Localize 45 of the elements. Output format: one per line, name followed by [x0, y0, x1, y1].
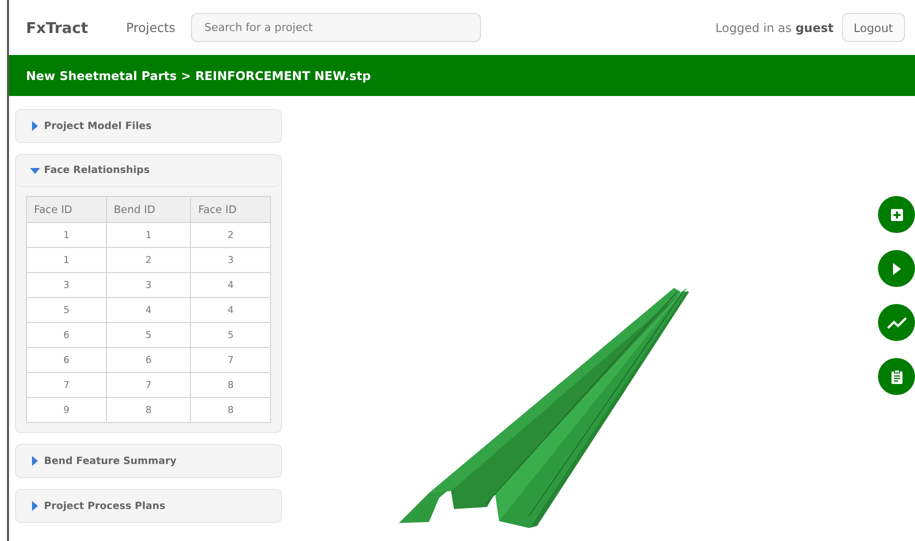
- chart-button[interactable]: [878, 304, 915, 341]
- line-chart-icon: [886, 316, 906, 328]
- table-cell: 6: [106, 348, 191, 372]
- table-cell: 6: [26, 322, 106, 348]
- column-header: Bend ID: [106, 196, 191, 222]
- logout-button[interactable]: Logout: [842, 13, 905, 42]
- column-header: Face ID: [26, 196, 106, 222]
- table-cell: 2: [106, 248, 191, 272]
- table-cell: 4: [190, 298, 270, 322]
- table-cell: 7: [190, 348, 270, 372]
- caret-right-icon: [30, 501, 40, 511]
- table-cell: 3: [106, 272, 191, 298]
- table-cell: 4: [106, 298, 191, 322]
- table-cell: 1: [106, 222, 191, 248]
- table-cell: 7: [26, 372, 106, 398]
- table-cell: 8: [106, 398, 191, 422]
- add-button[interactable]: [878, 196, 915, 233]
- nav-link[interactable]: Projects: [126, 20, 176, 35]
- play-button[interactable]: [878, 250, 915, 287]
- add-icon: [890, 208, 904, 222]
- caret-right-icon: [30, 121, 40, 131]
- table-cell: 7: [106, 372, 191, 398]
- table-cell: 5: [190, 322, 270, 348]
- user-status: Logged in as guest: [715, 20, 834, 34]
- caret-down-icon: [30, 166, 40, 176]
- caret-right-icon: [30, 456, 40, 466]
- table-cell: 4: [190, 272, 270, 298]
- table-cell: 8: [190, 372, 270, 398]
- table-cell: 1: [26, 222, 106, 248]
- table-cell: 3: [190, 248, 270, 272]
- table-cell: 5: [106, 322, 191, 348]
- table-cell: 1: [26, 248, 106, 272]
- table-cell: 8: [190, 398, 270, 422]
- play-icon: [892, 262, 902, 274]
- table-cell: 3: [26, 272, 106, 298]
- table-cell: 2: [190, 222, 270, 248]
- table-cell: 6: [26, 348, 106, 372]
- brand-logo[interactable]: FxTract: [26, 18, 88, 36]
- breadcrumb-bar: New Sheetmetal Parts > REINFORCEMENT NEW.stp: [9, 55, 915, 96]
- column-header: Face ID: [190, 196, 270, 222]
- table-cell: 9: [26, 398, 106, 422]
- clipboard-icon: [890, 370, 902, 384]
- table-cell: 5: [26, 298, 106, 322]
- search-field[interactable]: Search for a project: [191, 13, 482, 42]
- clipboard-button[interactable]: [878, 358, 915, 395]
